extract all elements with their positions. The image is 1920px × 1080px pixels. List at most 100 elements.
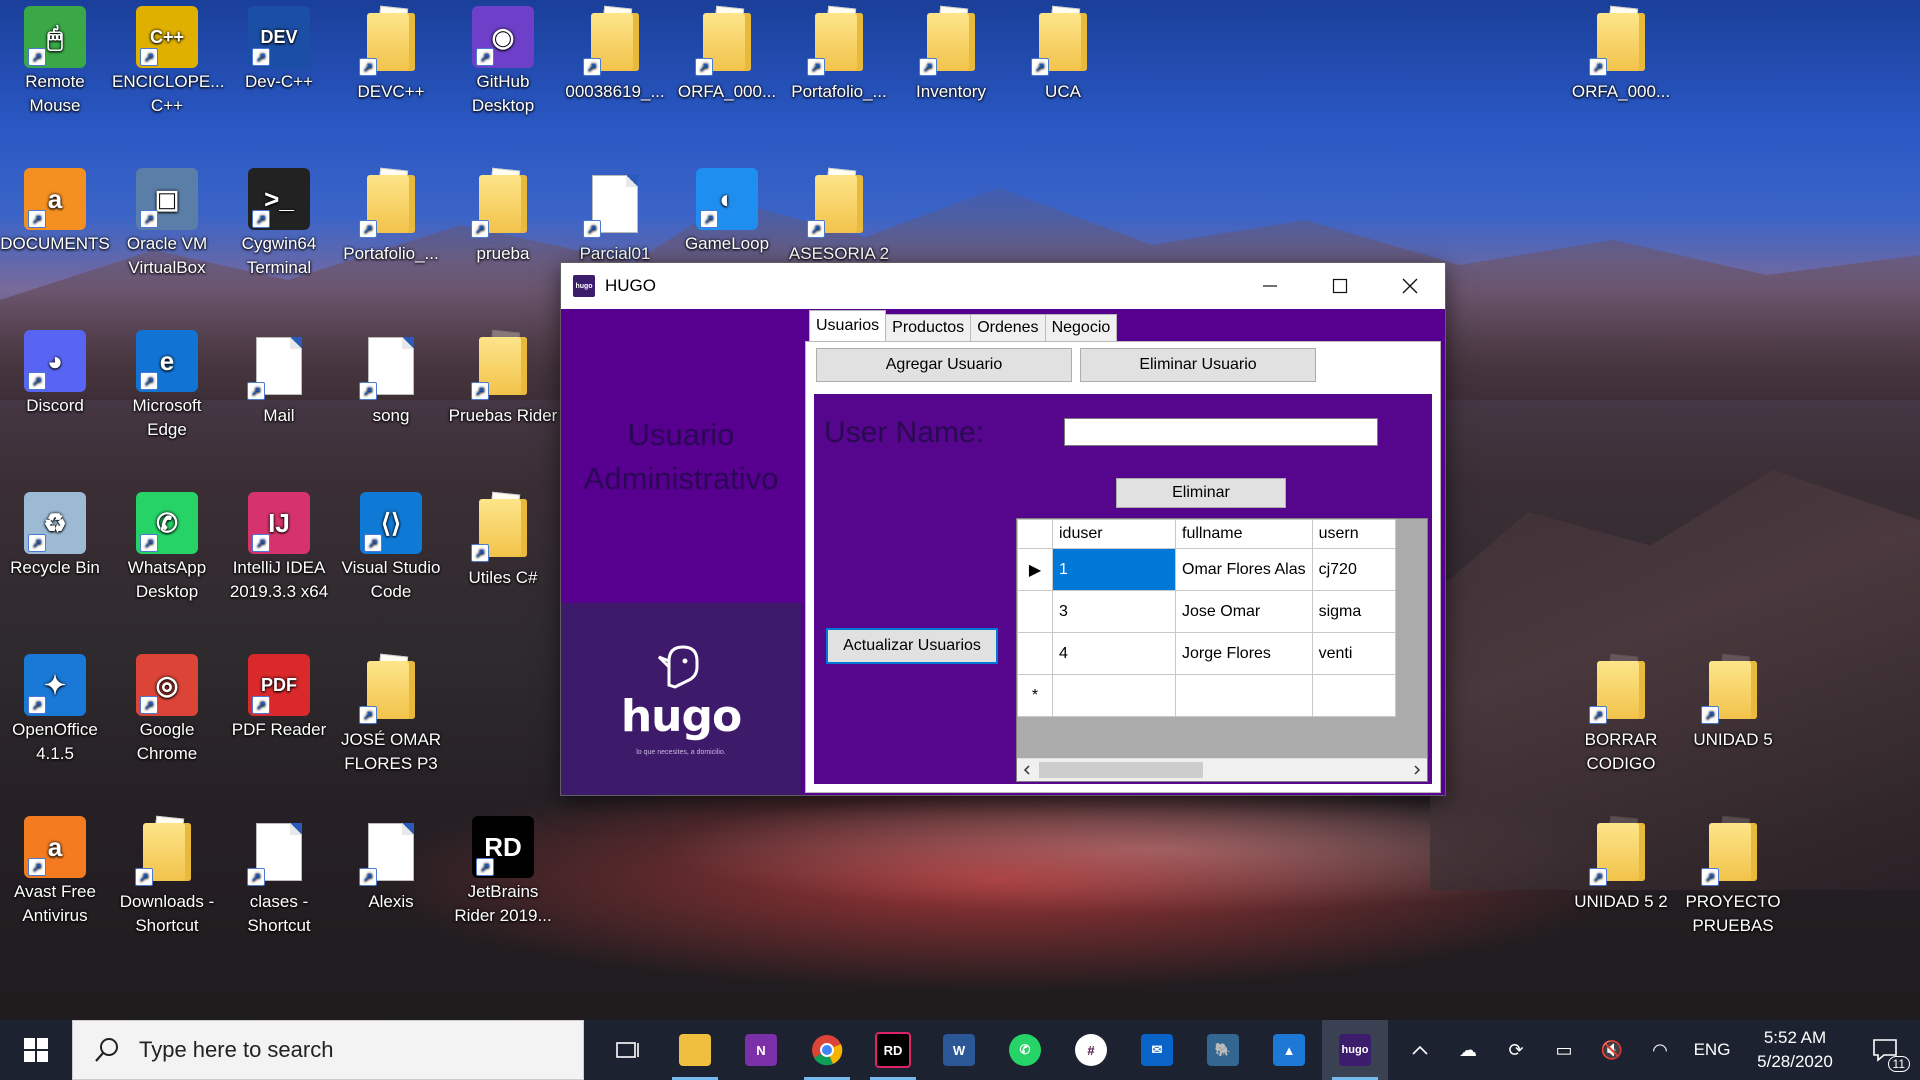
desktop-icon[interactable]: ↗ Parcial01 — [560, 168, 670, 266]
hugo-taskbar-button[interactable]: hugo — [1322, 1020, 1388, 1080]
tab-negocio[interactable]: Negocio — [1044, 314, 1118, 341]
desktop-icon[interactable]: ↗ Inventory — [896, 6, 1006, 104]
horizontal-scrollbar[interactable] — [1017, 758, 1427, 781]
tab-usuarios[interactable]: Usuarios — [809, 310, 887, 341]
rider-taskbar-button[interactable]: RD — [860, 1020, 926, 1080]
network-tray-button[interactable]: ◠ — [1636, 1020, 1684, 1080]
desktop-icon[interactable]: ↗ Mail — [224, 330, 334, 428]
desktop-icon[interactable]: ↗ Alexis — [336, 816, 446, 914]
desktop-icon[interactable]: PDF ↗ PDF Reader — [224, 654, 334, 742]
battery-tray-button[interactable]: ▭ — [1540, 1020, 1588, 1080]
desktop-icon[interactable]: ↗ song — [336, 330, 446, 428]
cell-iduser[interactable] — [1052, 674, 1176, 717]
table-row[interactable]: 4 Jorge Flores venti — [1017, 632, 1396, 675]
desktop-icon[interactable]: 🖱 ↗ Remote Mouse — [0, 6, 110, 118]
row-header[interactable] — [1017, 590, 1053, 633]
language-indicator[interactable]: ENG — [1684, 1020, 1740, 1080]
desktop-icon[interactable]: e ↗ Microsoft Edge — [112, 330, 222, 442]
chrome-taskbar-button[interactable] — [794, 1020, 860, 1080]
onenote-taskbar-button[interactable]: N — [728, 1020, 794, 1080]
close-button[interactable] — [1375, 263, 1445, 309]
desktop-icon[interactable]: ♻ ↗ Recycle Bin — [0, 492, 110, 580]
scrollbar-thumb[interactable] — [1039, 762, 1203, 778]
cell-iduser[interactable]: 1 — [1052, 548, 1176, 591]
desktop-icon[interactable]: ↗ BORRAR CODIGO — [1566, 654, 1676, 776]
desktop-icon[interactable]: ↗ 00038619_... — [560, 6, 670, 104]
delete-user-button[interactable]: Eliminar Usuario — [1080, 348, 1316, 382]
start-button[interactable] — [0, 1020, 72, 1080]
cell-username[interactable]: cj720 — [1311, 548, 1396, 591]
desktop-icon[interactable]: ↗ UCA — [1008, 6, 1118, 104]
add-user-button[interactable]: Agregar Usuario — [816, 348, 1072, 382]
desktop-icon[interactable]: C++ ↗ ENCICLOPE... C++ — [112, 6, 224, 118]
action-center-button[interactable]: 11 — [1850, 1020, 1920, 1080]
desktop-icon[interactable]: ↗ ORFA_000... — [672, 6, 782, 104]
desktop-icon[interactable]: DEV ↗ Dev-C++ — [224, 6, 334, 94]
users-grid[interactable]: iduser fullname usern ▶ 1 Omar Flores Al… — [1016, 518, 1428, 782]
desktop-icon[interactable]: ◎ ↗ Google Chrome — [112, 654, 222, 766]
column-header-fullname[interactable]: fullname — [1175, 519, 1313, 549]
show-hidden-icons-button[interactable] — [1396, 1020, 1444, 1080]
onedrive-tray-button[interactable]: ☁ — [1444, 1020, 1492, 1080]
desktop-icon[interactable]: ◐ ↗ GameLoop — [672, 168, 782, 256]
task-view-button[interactable] — [596, 1020, 662, 1080]
desktop-icon[interactable]: ✦ ↗ OpenOffice 4.1.5 — [0, 654, 110, 766]
maximize-button[interactable] — [1305, 263, 1375, 309]
cell-iduser[interactable]: 4 — [1052, 632, 1176, 675]
desktop-icon[interactable]: a ↗ DOCUMENTS — [0, 168, 110, 256]
username-input[interactable] — [1064, 418, 1378, 446]
desktop-icon[interactable]: ▣ ↗ Oracle VM VirtualBox — [112, 168, 222, 280]
desktop-icon[interactable]: ↗ Pruebas Rider — [448, 330, 558, 428]
desktop-icon[interactable]: ↗ DEVC++ — [336, 6, 446, 104]
cell-username[interactable]: venti — [1311, 632, 1396, 675]
desktop-icon[interactable]: ↗ ASESORIA 2 — [784, 168, 894, 266]
photos-taskbar-button[interactable]: ▲ — [1256, 1020, 1322, 1080]
taskbar-search-box[interactable]: Type here to search — [72, 1020, 584, 1080]
new-row[interactable]: * — [1017, 674, 1396, 717]
desktop-icon[interactable]: ↗ JOSÉ OMAR FLORES P3 — [336, 654, 446, 776]
desktop-icon[interactable]: ◕ ↗ Discord — [0, 330, 110, 418]
desktop-icon[interactable]: ↗ Portafolio_... — [784, 6, 894, 104]
desktop-icon[interactable]: ↗ PROYECTO PRUEBAS — [1678, 816, 1788, 938]
desktop-icon[interactable]: ↗ clases - Shortcut — [224, 816, 334, 938]
file-explorer-taskbar-button[interactable] — [662, 1020, 728, 1080]
volume-tray-button[interactable]: 🔇 — [1588, 1020, 1636, 1080]
sync-tray-button[interactable]: ⟳ — [1492, 1020, 1540, 1080]
desktop-icon[interactable]: a ↗ Avast Free Antivirus — [0, 816, 110, 928]
desktop-icon[interactable]: IJ ↗ IntelliJ IDEA 2019.3.3 x64 — [224, 492, 334, 604]
delete-button[interactable]: Eliminar — [1116, 478, 1286, 508]
minimize-button[interactable] — [1235, 263, 1305, 309]
cell-iduser[interactable]: 3 — [1052, 590, 1176, 633]
tab-productos[interactable]: Productos — [885, 314, 972, 341]
desktop-icon[interactable]: >_ ↗ Cygwin64 Terminal — [224, 168, 334, 280]
word-taskbar-button[interactable]: W — [926, 1020, 992, 1080]
cell-fullname[interactable]: Jorge Flores — [1175, 632, 1313, 675]
clock[interactable]: 5:52 AM 5/28/2020 — [1740, 1026, 1850, 1074]
table-row[interactable]: 3 Jose Omar sigma — [1017, 590, 1396, 633]
whatsapp-taskbar-button[interactable]: ✆ — [992, 1020, 1058, 1080]
row-header[interactable] — [1017, 632, 1053, 675]
title-bar[interactable]: hugo HUGO — [561, 263, 1445, 309]
column-header-username[interactable]: usern — [1311, 519, 1396, 549]
desktop-icon[interactable]: RD ↗ JetBrains Rider 2019... — [448, 816, 558, 928]
desktop-icon[interactable]: ↗ prueba — [448, 168, 558, 266]
mail-taskbar-button[interactable]: ✉ — [1124, 1020, 1190, 1080]
desktop-icon[interactable]: ⟨⟩ ↗ Visual Studio Code — [336, 492, 446, 604]
desktop-icon[interactable]: ↗ Utiles C# — [448, 492, 558, 590]
desktop-icon[interactable]: ↗ Downloads - Shortcut — [112, 816, 222, 938]
desktop-icon[interactable]: ◉ ↗ GitHub Desktop — [448, 6, 558, 118]
desktop-icon[interactable]: ↗ ORFA_000... — [1566, 6, 1676, 104]
cell-username[interactable] — [1311, 674, 1396, 717]
cell-fullname[interactable]: Jose Omar — [1175, 590, 1313, 633]
cell-fullname[interactable] — [1175, 674, 1313, 717]
desktop-icon[interactable]: ↗ UNIDAD 5 2 — [1566, 816, 1676, 914]
column-header-iduser[interactable]: iduser — [1052, 519, 1176, 549]
scroll-right-icon[interactable] — [1411, 764, 1423, 776]
desktop-icon[interactable]: ✆ ↗ WhatsApp Desktop — [112, 492, 222, 604]
cell-username[interactable]: sigma — [1311, 590, 1396, 633]
tab-ordenes[interactable]: Ordenes — [970, 314, 1046, 341]
table-row[interactable]: ▶ 1 Omar Flores Alas cj720 — [1017, 548, 1396, 591]
desktop-icon[interactable]: ↗ Portafolio_... — [336, 168, 446, 266]
slack-taskbar-button[interactable]: # — [1058, 1020, 1124, 1080]
scroll-left-icon[interactable] — [1021, 764, 1033, 776]
